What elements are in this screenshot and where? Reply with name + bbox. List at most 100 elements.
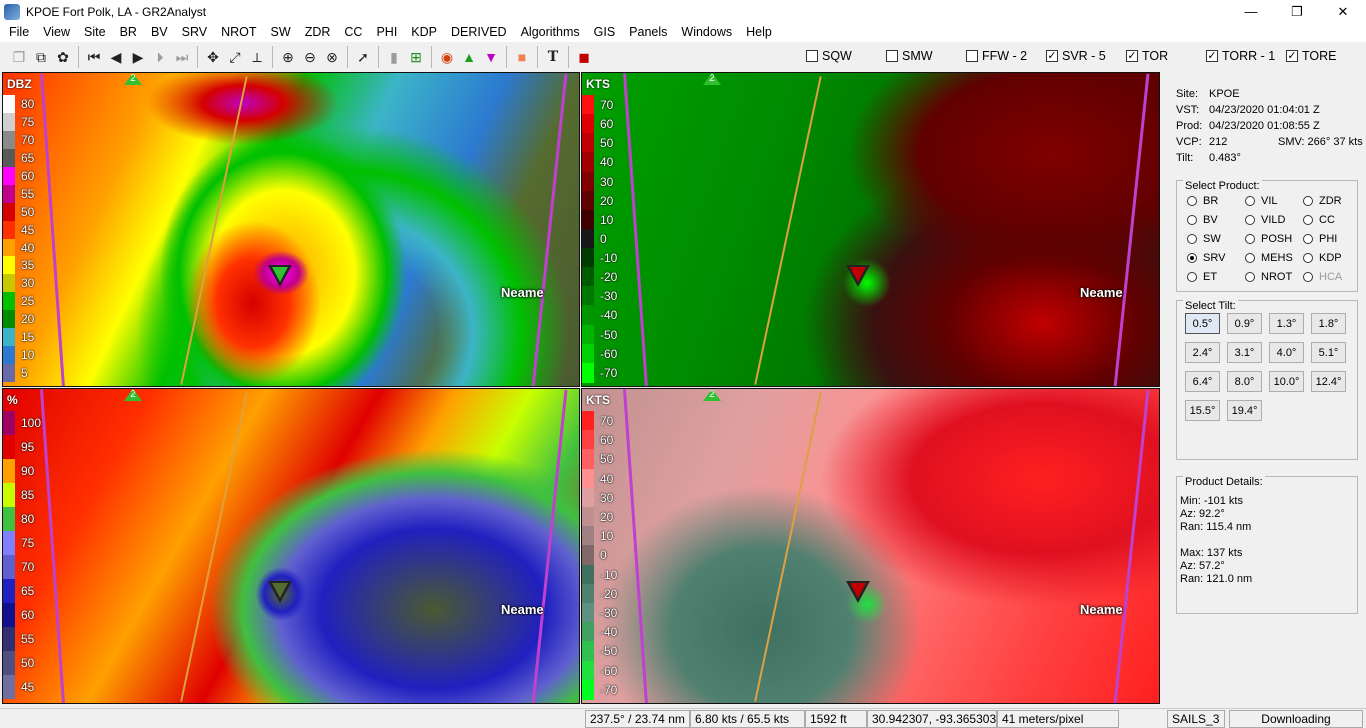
tilt-button[interactable]: 6.4° xyxy=(1185,371,1220,392)
panel-quad-icon[interactable]: ⊞ xyxy=(405,46,427,68)
last-frame-icon[interactable]: ⏭ xyxy=(171,46,193,68)
zoom-reset-icon[interactable]: ⊗ xyxy=(321,46,343,68)
step-forward-icon[interactable]: ⏵ xyxy=(149,46,171,68)
menu-zdr[interactable]: ZDR xyxy=(298,23,338,42)
tilt-button[interactable]: 15.5° xyxy=(1185,400,1220,421)
legend-value: 40 xyxy=(600,471,614,486)
product-radio-br[interactable]: BR xyxy=(1187,195,1218,207)
tilt-button[interactable]: 4.0° xyxy=(1269,342,1304,363)
product-radio-kdp[interactable]: KDP xyxy=(1303,252,1342,264)
menu-help[interactable]: Help xyxy=(739,23,779,42)
legend-value: 75 xyxy=(21,536,35,550)
product-radio-bv[interactable]: BV xyxy=(1187,214,1218,226)
palette-icon[interactable]: ✿ xyxy=(52,46,74,68)
pointer-icon[interactable]: ➚ xyxy=(352,46,374,68)
warning-tore[interactable]: ✓ TORE xyxy=(1286,49,1337,63)
rotation-icon[interactable]: ◉ xyxy=(436,46,458,68)
radio-icon xyxy=(1303,196,1313,206)
product-radio-zdr[interactable]: ZDR xyxy=(1303,195,1342,207)
tilt-button[interactable]: 10.0° xyxy=(1269,371,1304,392)
menu-phi[interactable]: PHI xyxy=(369,23,404,42)
warning-svr[interactable]: ✓ SVR - 5 xyxy=(1046,49,1106,63)
zoom-in-icon[interactable]: ⊕ xyxy=(277,46,299,68)
checkbox-smw[interactable] xyxy=(886,50,898,62)
checkbox-sqw[interactable] xyxy=(806,50,818,62)
hail-icon[interactable]: ▲ xyxy=(458,46,480,68)
tilt-button[interactable]: 1.8° xyxy=(1311,313,1346,334)
product-radio-et[interactable]: ET xyxy=(1187,271,1217,283)
checkbox-tore[interactable]: ✓ xyxy=(1286,50,1298,62)
cross-section-icon[interactable]: ⟂ xyxy=(246,46,268,68)
play-icon[interactable]: ▶ xyxy=(127,46,149,68)
tvs-icon[interactable]: ▼ xyxy=(480,46,502,68)
measure-icon[interactable]: ⤢ xyxy=(224,46,246,68)
menu-file[interactable]: File xyxy=(2,23,36,42)
legend-entry: 70 xyxy=(582,411,613,431)
menu-gis[interactable]: GIS xyxy=(587,23,623,42)
close-button[interactable]: ✕ xyxy=(1320,0,1366,23)
radar-panel-correlation-coefficient[interactable]: % Neame 2 100 95 90 85 80 75 70 65 60 55 50 45 xyxy=(2,388,580,704)
menu-sw[interactable]: SW xyxy=(264,23,298,42)
stop-icon[interactable]: ◼ xyxy=(573,46,595,68)
menu-derived[interactable]: DERIVED xyxy=(444,23,514,42)
maximize-button[interactable]: ❐ xyxy=(1274,0,1320,23)
radar-panel-base-velocity[interactable]: KTS Neame 2 70 60 50 40 30 20 10 0 -10 -20 -30 -40 -… xyxy=(581,388,1160,704)
menu-windows[interactable]: Windows xyxy=(674,23,739,42)
panel-single-icon[interactable]: ▮ xyxy=(383,46,405,68)
warning-tor[interactable]: ✓ TOR xyxy=(1126,49,1168,63)
menu-srv[interactable]: SRV xyxy=(175,23,214,42)
menu-nrot[interactable]: NROT xyxy=(214,23,263,42)
duplicate-icon[interactable]: ⧉ xyxy=(30,46,52,68)
legend-swatch xyxy=(3,459,15,483)
menu-kdp[interactable]: KDP xyxy=(404,23,444,42)
product-radio-sw[interactable]: SW xyxy=(1187,233,1221,245)
warning-torr[interactable]: ✓ TORR - 1 xyxy=(1206,49,1275,63)
product-radio-srv[interactable]: SRV xyxy=(1187,252,1225,264)
step-back-icon[interactable]: ◀ xyxy=(105,46,127,68)
status-bar: 237.5° / 23.74 nm 6.80 kts / 65.5 kts 15… xyxy=(0,708,1366,728)
tilt-button[interactable]: 5.1° xyxy=(1311,342,1346,363)
product-radio-vild[interactable]: VILD xyxy=(1245,214,1285,226)
storm-cell-icon[interactable]: ■ xyxy=(511,46,533,68)
tilt-button[interactable]: 2.4° xyxy=(1185,342,1220,363)
tilt-button[interactable]: 8.0° xyxy=(1227,371,1262,392)
tilt-button[interactable]: 1.3° xyxy=(1269,313,1304,334)
product-radio-phi[interactable]: PHI xyxy=(1303,233,1337,245)
product-radio-hca[interactable]: HCA xyxy=(1303,271,1342,283)
zoom-out-icon[interactable]: ⊖ xyxy=(299,46,321,68)
checkbox-ffw[interactable] xyxy=(966,50,978,62)
side-panel: Site: KPOE VST: 04/23/2020 01:04:01 Z Prod… xyxy=(1164,72,1366,704)
radar-panel-storm-relative-velocity[interactable]: KTS Neame 2 70 60 50 40 30 20 10 0 -10 -20 -30 -40 -… xyxy=(581,72,1160,387)
tilt-button[interactable]: 3.1° xyxy=(1227,342,1262,363)
product-radio-mehs[interactable]: MEHS xyxy=(1245,252,1293,264)
text-icon[interactable]: T xyxy=(542,46,564,68)
menu-view[interactable]: View xyxy=(36,23,77,42)
tilt-button[interactable]: 12.4° xyxy=(1311,371,1346,392)
warning-ffw[interactable]: FFW - 2 xyxy=(966,49,1027,63)
menu-cc[interactable]: CC xyxy=(337,23,369,42)
tilt-button[interactable]: 19.4° xyxy=(1227,400,1262,421)
product-radio-vil[interactable]: VIL xyxy=(1245,195,1278,207)
checkbox-torr[interactable]: ✓ xyxy=(1206,50,1218,62)
move-icon[interactable]: ✥ xyxy=(202,46,224,68)
menu-bv[interactable]: BV xyxy=(144,23,175,42)
menu-br[interactable]: BR xyxy=(113,23,144,42)
minimize-button[interactable]: — xyxy=(1228,0,1274,23)
product-radio-nrot[interactable]: NROT xyxy=(1245,271,1292,283)
first-frame-icon[interactable]: ⏮ xyxy=(83,46,105,68)
legend-value: -20 xyxy=(600,586,618,601)
menu-site[interactable]: Site xyxy=(77,23,113,42)
legend-entry: 100 xyxy=(3,411,41,435)
radar-panel-reflectivity[interactable]: DBZ Neame 2 80 75 70 65 60 55 50 45 40 35 30 25 20 15… xyxy=(2,72,580,387)
checkbox-svr[interactable]: ✓ xyxy=(1046,50,1058,62)
checkbox-tor[interactable]: ✓ xyxy=(1126,50,1138,62)
warning-sqw[interactable]: SQW xyxy=(806,49,852,63)
menu-panels[interactable]: Panels xyxy=(622,23,674,42)
tilt-button[interactable]: 0.5° xyxy=(1185,313,1220,334)
copy-icon[interactable]: ❐ xyxy=(8,46,30,68)
product-radio-cc[interactable]: CC xyxy=(1303,214,1335,226)
menu-algorithms[interactable]: Algorithms xyxy=(514,23,587,42)
tilt-button[interactable]: 0.9° xyxy=(1227,313,1262,334)
warning-smw[interactable]: SMW xyxy=(886,49,933,63)
product-radio-posh[interactable]: POSH xyxy=(1245,233,1292,245)
